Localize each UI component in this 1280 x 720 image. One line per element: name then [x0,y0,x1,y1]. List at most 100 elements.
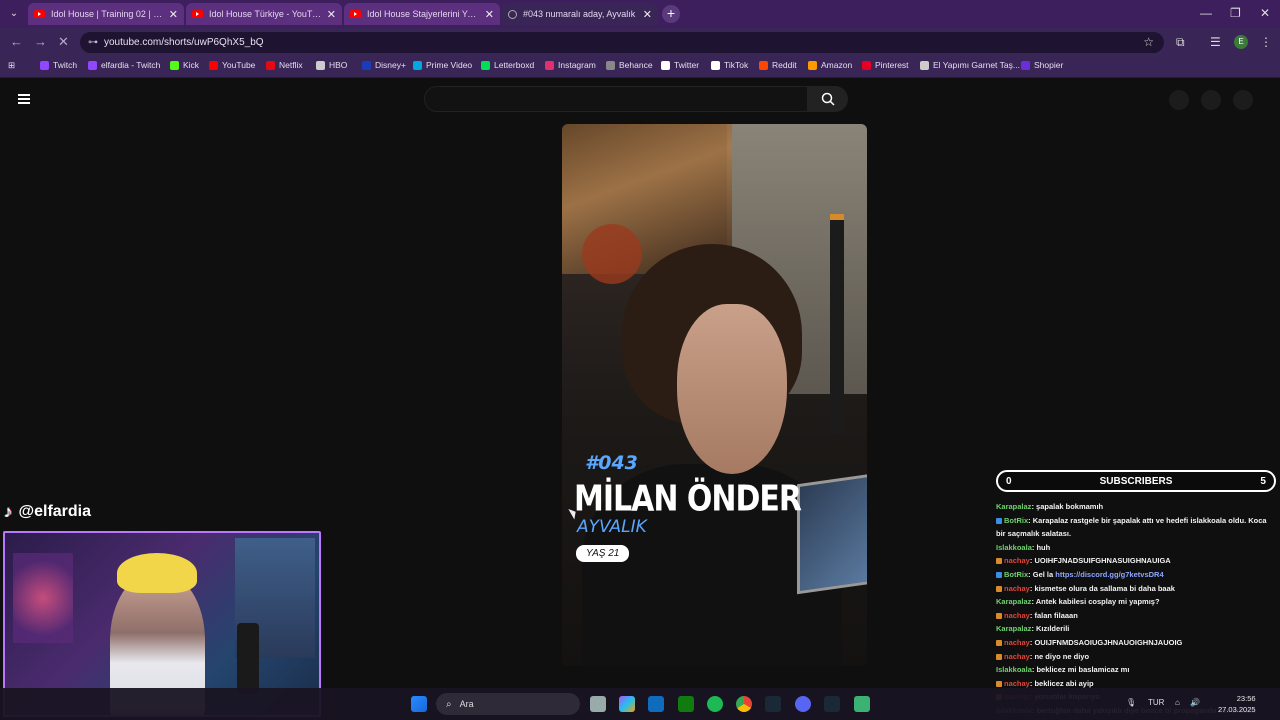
bookmark-item[interactable]: Twitter [661,60,699,70]
tab-search-icon[interactable]: ⌄ [6,5,22,21]
chat-username: BotRix [1004,569,1029,579]
bookmark-item[interactable]: Prime Video [413,60,472,70]
bookmark-item[interactable]: TikTok [711,60,748,70]
chat-text: : beklicez mi baslamicaz mı [1031,665,1130,675]
bookmark-label: Disney+ [375,60,406,70]
extensions-icon[interactable]: ⧉ [1176,35,1185,50]
bookmark-favicon-icon [711,60,720,70]
bookmark-item[interactable]: El Yapımı Garnet Taş... [920,60,1020,70]
account-avatar[interactable] [1233,90,1253,110]
search-input[interactable] [424,86,808,112]
clock[interactable]: 23:56 27.03.2025 [1218,693,1256,715]
bookmark-item[interactable]: Amazon [808,60,852,70]
windows-start-icon[interactable] [411,696,427,712]
bookmark-favicon-icon [170,60,179,70]
copilot-icon[interactable] [619,696,635,712]
subscriber-goal-bar: 0 SUBSCRIBERS 5 [996,470,1276,492]
tab-idol-house-training[interactable]: Idol House | Training 02 | Vokal ✕ [28,3,184,25]
discord-icon[interactable] [795,696,811,712]
candidate-age-badge: YAŞ 21 [576,545,630,562]
minimize-icon[interactable]: — [1200,6,1212,20]
guitar [582,224,642,284]
bookmark-favicon-icon [920,60,929,70]
stop-loading-icon[interactable]: ✕ [58,34,69,50]
steam-icon-2[interactable] [824,696,840,712]
url-text[interactable]: youtube.com/shorts/uwP6QhX5_bQ [104,37,264,48]
mic-icon[interactable]: 🎙 [1126,698,1136,707]
apps-icon[interactable]: ⊞ [8,60,15,71]
cam-microphone [237,623,259,693]
bookmark-item[interactable]: Twitch [40,60,77,70]
chat-username: nachay [1004,583,1030,593]
chat-badge-icon [996,558,1002,565]
bookmark-item[interactable]: elfardia - Twitch [88,60,160,70]
candidate-number: #043 [585,452,638,474]
chat-badge-icon [996,585,1002,592]
search-icon [821,92,835,106]
close-tab-icon[interactable]: ✕ [169,8,178,21]
site-info-icon[interactable]: ⊶ [88,37,98,48]
bookmark-item[interactable]: Instagram [545,60,596,70]
chrome-icon[interactable] [736,696,752,712]
create-icon[interactable] [1169,90,1189,110]
subs-current: 0 [1006,475,1012,487]
search-button[interactable] [808,86,848,112]
chat-username: nachay [1004,556,1030,566]
shorts-video-player[interactable]: #043 MİLAN ÖNDER AYVALIK YAŞ 21 [562,124,867,666]
bookmark-item[interactable]: Reddit [759,60,797,70]
chat-text: : şapalak bokmamıh [1031,502,1104,511]
bookmark-item[interactable]: Shopier [1021,60,1063,70]
media-controls-icon[interactable]: ☰ [1210,35,1221,49]
bookmark-star-icon[interactable]: ☆ [1143,35,1154,49]
volume-icon[interactable]: 🔊 [1190,698,1200,707]
new-tab-button[interactable]: + [662,5,680,23]
restore-icon[interactable]: ❐ [1230,6,1241,20]
notifications-icon[interactable] [1201,90,1221,110]
bookmark-favicon-icon [40,60,49,70]
close-tab-icon[interactable]: ✕ [485,8,494,21]
chat-username: Karapalaz [996,624,1032,634]
tiktok-handle: @elfardia [18,503,92,520]
back-icon[interactable]: ← [10,34,23,49]
spotify-icon[interactable] [707,696,723,712]
chat-link[interactable]: https://discord.gg/g7ketvsDR4 [1055,570,1163,579]
bookmark-label: Pinterest [875,60,909,70]
bookmark-item[interactable]: Netflix [266,60,303,70]
close-window-icon[interactable]: ✕ [1260,6,1270,20]
task-view-icon[interactable] [590,696,606,712]
bookmark-label: Prime Video [426,60,473,70]
tab-active-short[interactable]: #043 numaralı aday, Ayvalık ✕ [502,3,658,25]
tab-idol-house-turkiye[interactable]: Idol House Türkiye - YouTube ✕ [186,3,342,25]
chat-message: Karapalaz: şapalak bokmamıh [996,500,1278,514]
tab-idol-house-stajyer[interactable]: Idol House Stajyerlerini Yakından ✕ [344,3,500,25]
bookmark-label: HBO [329,60,348,70]
hamburger-icon[interactable] [18,94,30,104]
bookmark-item[interactable]: HBO [316,60,347,70]
xbox-icon[interactable] [678,696,694,712]
outlook-icon[interactable] [648,696,664,712]
bookmark-item[interactable]: Disney+ [362,60,406,70]
close-tab-icon[interactable]: ✕ [327,8,336,21]
whatsapp-icon[interactable] [854,696,870,712]
address-bar[interactable]: ⊶ youtube.com/shorts/uwP6QhX5_bQ ☆ [80,32,1164,53]
microphone-stand [830,214,844,434]
chat-text: : UOIHFJNADSUIFGHNASUIGHNAUIGA [1029,556,1171,566]
chat-username: Islakkoala [996,542,1032,552]
close-tab-icon[interactable]: ✕ [643,8,652,21]
bookmark-label: Letterboxd [494,60,535,70]
bookmark-item[interactable]: Behance [606,60,653,70]
chat-message: BotRix: Gel la https://discord.gg/g7ketv… [996,568,1278,582]
taskbar-search[interactable]: ⌕ Ara [436,693,580,715]
bookmark-label: Reddit [772,60,797,70]
forward-icon[interactable]: → [34,34,47,49]
profile-avatar[interactable]: E [1234,35,1248,49]
bookmark-item[interactable]: YouTube [209,60,255,70]
tray-lang[interactable]: TUR [1148,698,1164,707]
bookmark-item[interactable]: Kick [170,60,199,70]
steam-icon[interactable] [765,696,781,712]
more-menu-icon[interactable]: ⋮ [1260,35,1272,49]
bookmark-item[interactable]: Pinterest [862,60,909,70]
chat-badge-icon [996,612,1002,619]
network-icon[interactable]: ⌂ [1175,698,1180,707]
bookmark-item[interactable]: Letterboxd [481,60,534,70]
